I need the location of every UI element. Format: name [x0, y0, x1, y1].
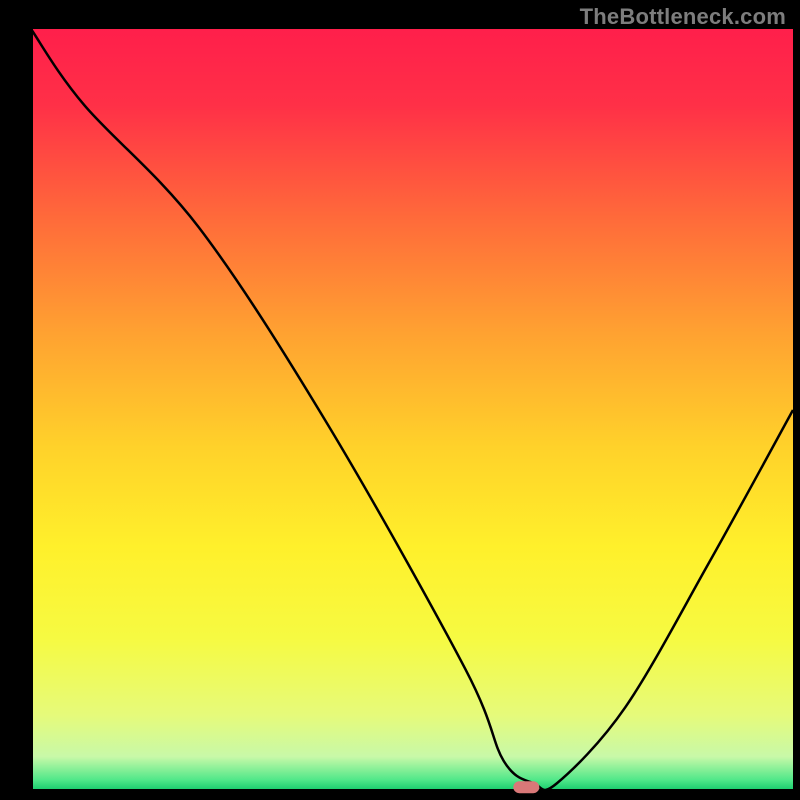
gradient-background — [31, 29, 793, 791]
watermark-text: TheBottleneck.com — [580, 4, 786, 30]
chart-container: TheBottleneck.com — [0, 0, 800, 800]
chart-svg — [0, 0, 800, 800]
optimum-marker — [513, 781, 539, 793]
